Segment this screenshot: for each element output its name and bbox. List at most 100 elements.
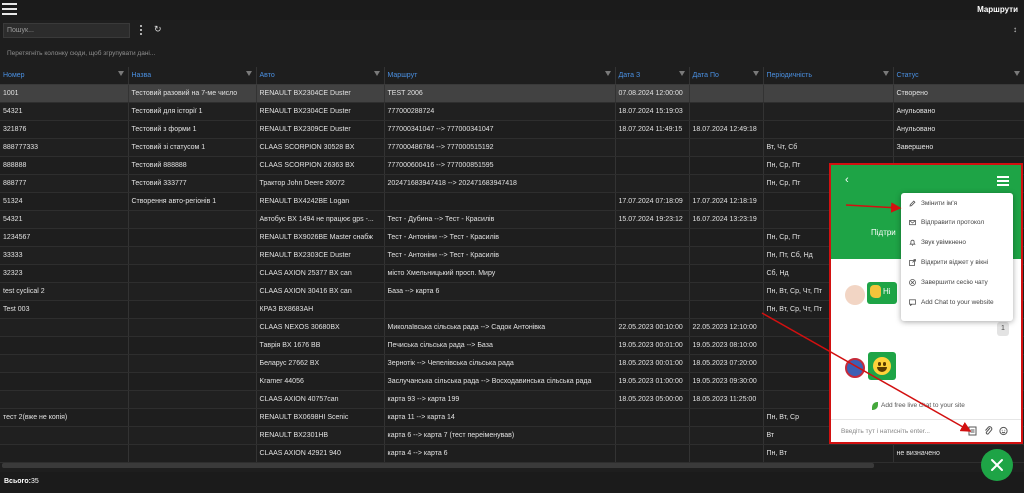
- table-cell: Тестовий з форми 1: [128, 120, 257, 139]
- search-input[interactable]: [3, 23, 130, 38]
- table-cell: RENAULT BX4242BE Logan: [256, 192, 385, 211]
- table-cell: місто Хмельницький просп. Миру: [384, 264, 616, 283]
- powered-by-link[interactable]: Add free live chat to your site: [872, 402, 965, 410]
- table-cell: Test 003: [0, 300, 129, 319]
- column-header-label: Дата По: [692, 71, 719, 79]
- document-icon[interactable]: [968, 426, 977, 436]
- chat-menu-icon[interactable]: [997, 176, 1009, 186]
- table-cell: 17.07.2024 07:18:09: [615, 192, 690, 211]
- column-header-label: Статус: [896, 71, 919, 79]
- table-cell: CLAAS SCORPION 30528 BX: [256, 138, 385, 157]
- table-cell: Трактор John Deere 26072: [256, 174, 385, 193]
- table-cell: [689, 84, 764, 103]
- table-cell: 18.07.2024 11:49:15: [615, 120, 690, 139]
- more-options-icon[interactable]: [139, 25, 143, 36]
- table-cell: 22.05.2023 12:10:00: [689, 318, 764, 337]
- table-row[interactable]: 321876 Тестовий з форми 1 RENAULT BX2309CE…: [0, 120, 1024, 139]
- table-cell: [128, 426, 257, 445]
- filter-icon[interactable]: [604, 71, 611, 76]
- expand-collapse-icon[interactable]: ↕: [1013, 25, 1017, 34]
- table-cell: [128, 300, 257, 319]
- table-cell: 19.05.2023 01:00:00: [615, 372, 690, 391]
- back-arrow-icon[interactable]: ‹: [845, 174, 849, 186]
- pen-icon: [909, 200, 916, 207]
- table-cell: [763, 102, 894, 121]
- table-cell: [689, 444, 764, 463]
- menu-item-add-chat[interactable]: Add Chat to your website: [901, 294, 1013, 312]
- column-header[interactable]: Маршрут: [384, 67, 616, 85]
- column-header-label: Номер: [3, 71, 25, 79]
- chat-message-input[interactable]: [841, 426, 959, 437]
- menu-item-open-window[interactable]: Відкрити віджет у вікні: [901, 254, 1013, 272]
- hamburger-menu-icon[interactable]: [2, 3, 17, 15]
- table-cell: RENAULT BX2304CE Duster: [256, 84, 385, 103]
- table-cell: тест 2(вже не копія): [0, 408, 129, 427]
- column-header[interactable]: Номер: [0, 67, 129, 85]
- group-by-panel[interactable]: Перетягніть колонку сюди, щоб згрупувати…: [0, 44, 1024, 64]
- filter-icon[interactable]: [245, 71, 252, 76]
- table-cell: [689, 264, 764, 283]
- group-by-hint: Перетягніть колонку сюди, щоб згрупувати…: [7, 50, 156, 57]
- table-cell: RENAULT BX9026BE Master снабж: [256, 228, 385, 247]
- table-cell: 07.08.2024 12:00:00: [615, 84, 690, 103]
- top-bar: Маршрути: [0, 0, 1024, 20]
- table-cell: 19.05.2023 09:30:00: [689, 372, 764, 391]
- table-cell: Kramer 44056: [256, 372, 385, 391]
- emoji-icon[interactable]: [999, 426, 1008, 436]
- table-row[interactable]: 1001 Тестовий разовий на 7-ме число RENAUL…: [0, 84, 1024, 103]
- filter-icon[interactable]: [1013, 71, 1020, 76]
- column-header-label: Назва: [131, 71, 152, 79]
- filter-icon[interactable]: [752, 71, 759, 76]
- chat-close-button[interactable]: [981, 449, 1013, 481]
- menu-item-end-session[interactable]: Завершити сесію чату: [901, 274, 1013, 292]
- table-cell: [689, 156, 764, 175]
- table-cell: TEST 2006: [384, 84, 616, 103]
- table-cell: КРАЗ BX8683AH: [256, 300, 385, 319]
- column-header[interactable]: Статус: [893, 67, 1024, 85]
- horizontal-scrollbar[interactable]: [2, 463, 874, 468]
- menu-item-send-transcript[interactable]: Відправити протокол: [901, 214, 1013, 232]
- table-cell: карта 4 --> карта 6: [384, 444, 616, 463]
- table-cell: RENAULT BX2301HB: [256, 426, 385, 445]
- attachment-icon[interactable]: [984, 426, 993, 436]
- filter-icon[interactable]: [882, 71, 889, 76]
- table-row[interactable]: CLAAS AXION 42921 940 карта 4 --> карта 6…: [0, 444, 1024, 463]
- table-cell: Беларус 27662 BX: [256, 354, 385, 373]
- table-cell: [128, 354, 257, 373]
- table-cell: [615, 426, 690, 445]
- column-header[interactable]: Дата З: [615, 67, 690, 85]
- filter-icon[interactable]: [117, 71, 124, 76]
- column-header[interactable]: Періодичність: [763, 67, 894, 85]
- table-cell: CLAAS AXION 40757can: [256, 390, 385, 409]
- table-cell: CLAAS NEXOS 30680BX: [256, 318, 385, 337]
- greeting-text: Hi: [883, 287, 891, 296]
- refresh-icon[interactable]: ↻: [154, 24, 162, 35]
- chat-bubble-icon: [909, 299, 916, 306]
- chat-widget: ‹ Підтри Hi 1 Add free live chat to your…: [829, 163, 1023, 444]
- table-cell: [128, 228, 257, 247]
- table-cell: 18.07.2024 15:19:03: [615, 102, 690, 121]
- table-cell: CLAAS SCORPION 26363 BX: [256, 156, 385, 175]
- menu-item-change-name[interactable]: Змінити ім'я: [901, 195, 1013, 213]
- filter-icon[interactable]: [373, 71, 380, 76]
- column-header-label: Маршрут: [387, 71, 418, 79]
- filter-icon[interactable]: [678, 71, 685, 76]
- table-cell: 18.05.2023 11:25:00: [689, 390, 764, 409]
- table-row[interactable]: 888777333 Тестовий зі статусом 1 CLAAS SCO…: [0, 138, 1024, 157]
- table-row[interactable]: 54321 Тестовий для історії 1 RENAULT BX230…: [0, 102, 1024, 121]
- menu-item-sound[interactable]: Звук увімкнено: [901, 234, 1013, 252]
- column-header[interactable]: Авто: [256, 67, 385, 85]
- table-cell: Тест - Антоніни --> Тест - Красилів: [384, 246, 616, 265]
- table-cell: [763, 84, 894, 103]
- table-cell: [689, 426, 764, 445]
- table-cell: [128, 246, 257, 265]
- table-cell: [763, 120, 894, 139]
- column-header[interactable]: Дата По: [689, 67, 764, 85]
- table-cell: CLAAS AXION 42921 940: [256, 444, 385, 463]
- table-cell: 1234567: [0, 228, 129, 247]
- table-cell: [689, 228, 764, 247]
- column-header[interactable]: Назва: [128, 67, 257, 85]
- table-cell: CLAAS AXION 25377 BX can: [256, 264, 385, 283]
- table-cell: RENAULT BX2303CE Duster: [256, 246, 385, 265]
- table-cell: [128, 372, 257, 391]
